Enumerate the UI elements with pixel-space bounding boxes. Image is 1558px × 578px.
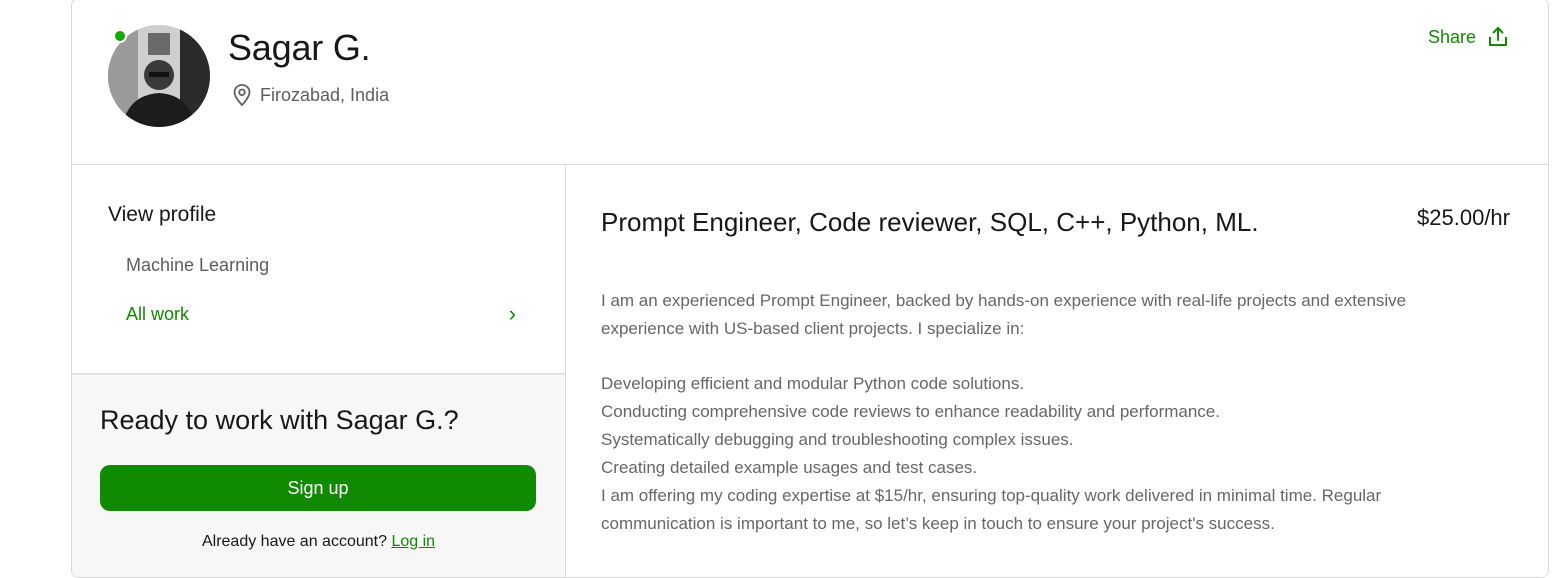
description-line: Conducting comprehensive code reviews to… — [601, 402, 1220, 421]
signup-cta: Ready to work with Sagar G.? Sign up Alr… — [72, 373, 565, 577]
share-icon — [1489, 27, 1507, 46]
description-paragraph: I am an experienced Prompt Engineer, bac… — [601, 291, 1407, 338]
description-line: Systematically debugging and troubleshoo… — [601, 430, 1074, 449]
online-status-dot — [113, 29, 127, 43]
login-prompt: Already have an account? Log in — [72, 533, 565, 551]
sidebar-item-all-work[interactable]: All work › — [126, 301, 516, 327]
description-line: Creating detailed example usages and tes… — [601, 458, 978, 477]
profile-title: Prompt Engineer, Code reviewer, SQL, C++… — [601, 207, 1259, 237]
all-work-label: All work — [126, 303, 190, 324]
profile-location: Firozabad, India — [232, 83, 389, 107]
share-label: Share — [1427, 26, 1476, 47]
hourly-rate: $25.00/hr — [1417, 205, 1510, 230]
profile-name: Sagar G. — [228, 27, 371, 68]
profile-description: I am an experienced Prompt Engineer, bac… — [601, 287, 1481, 538]
sidebar: View profile Machine Learning All work ›… — [72, 165, 566, 577]
profile-card: Sagar G. Firozabad, India Share View pro… — [71, 0, 1549, 578]
location-pin-icon — [233, 84, 251, 107]
profile-header: Sagar G. Firozabad, India Share — [72, 0, 1548, 165]
avatar-container — [108, 25, 210, 127]
view-profile-heading: View profile — [108, 203, 217, 226]
share-button[interactable]: Share — [1428, 25, 1510, 49]
location-text: Firozabad, India — [260, 84, 390, 105]
account-prompt-text: Already have an account? — [201, 533, 387, 550]
description-line: Developing efficient and modular Python … — [601, 374, 1025, 393]
chevron-right-icon: › — [508, 301, 516, 326]
sidebar-item-machine-learning[interactable]: Machine Learning — [126, 255, 269, 276]
cta-title: Ready to work with Sagar G.? — [100, 405, 459, 435]
login-link[interactable]: Log in — [391, 533, 435, 550]
signup-button[interactable]: Sign up — [100, 465, 536, 511]
main-content: Prompt Engineer, Code reviewer, SQL, C++… — [566, 165, 1548, 577]
description-paragraph: I am offering my coding expertise at $15… — [601, 486, 1382, 533]
